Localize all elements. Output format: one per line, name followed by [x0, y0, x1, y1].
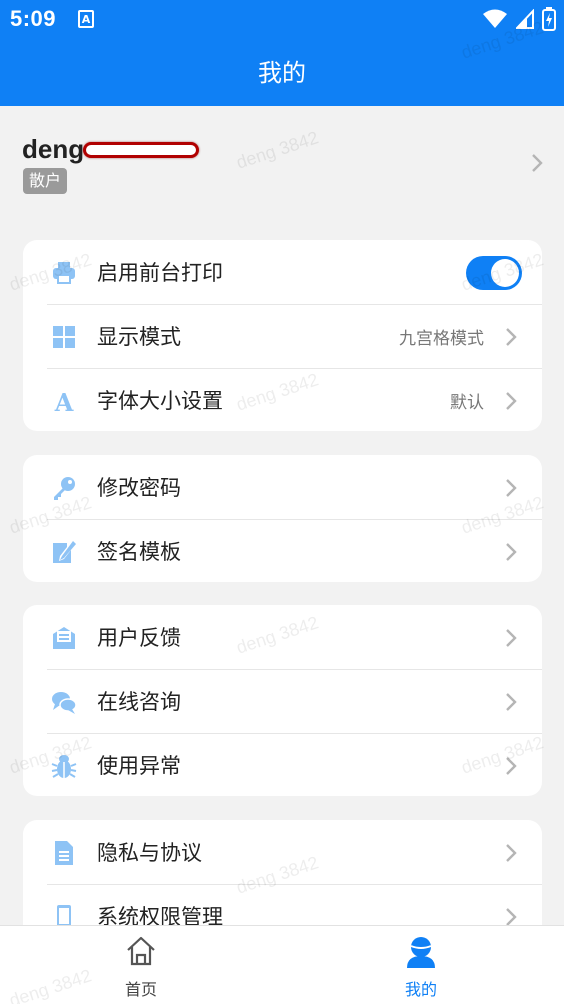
bug-icon	[51, 755, 77, 778]
support-card: 用户反馈 在线咨询 使用异常	[23, 605, 542, 796]
bottom-tab-bar: 首页 我的	[0, 925, 564, 1004]
status-icons	[482, 6, 556, 32]
chevron-right-icon	[506, 543, 517, 561]
print-toggle[interactable]	[466, 256, 522, 290]
home-icon	[127, 936, 155, 966]
chevron-right-icon	[506, 328, 517, 346]
chevron-right-icon	[506, 392, 517, 410]
page-title: 我的	[258, 59, 306, 87]
account-card: 修改密码 签名模板	[23, 455, 542, 582]
print-toggle-row[interactable]: 启用前台打印	[23, 240, 542, 304]
top-app-bar: 5:09 A 我的	[0, 0, 564, 106]
document-icon	[55, 841, 73, 865]
user-type-badge: 散户	[23, 168, 68, 194]
online-consult-row[interactable]: 在线咨询	[23, 669, 542, 733]
printer-icon	[53, 262, 75, 284]
chevron-right-icon	[506, 629, 517, 647]
change-password-row[interactable]: 修改密码	[23, 455, 542, 519]
chevron-right-icon	[506, 757, 517, 775]
display-mode-value: 九宫格模式	[399, 328, 484, 349]
svg-text:A: A	[54, 388, 74, 414]
row-label: 签名模板	[97, 540, 181, 564]
profile-section[interactable]: deng 散户	[0, 106, 564, 216]
user-icon	[407, 937, 435, 968]
display-mode-row[interactable]: 显示模式 九宫格模式	[23, 304, 542, 368]
signal-icon	[516, 9, 534, 29]
row-label: 隐私与协议	[97, 841, 202, 865]
feedback-row[interactable]: 用户反馈	[23, 605, 542, 669]
tab-mine[interactable]: 我的	[361, 926, 481, 1004]
tab-label: 首页	[124, 980, 157, 999]
username: deng	[22, 134, 85, 164]
status-time: 5:09	[10, 6, 57, 31]
chevron-right-icon	[532, 154, 543, 172]
font-size-value: 默认	[450, 392, 484, 413]
font-size-row[interactable]: A 字体大小设置 默认	[23, 368, 542, 431]
row-label: 字体大小设置	[97, 389, 223, 413]
row-label: 启用前台打印	[97, 261, 223, 285]
tab-home[interactable]: 首页	[81, 926, 201, 1004]
chevron-right-icon	[506, 479, 517, 497]
signature-template-row[interactable]: 签名模板	[23, 519, 542, 582]
chevron-right-icon	[506, 693, 517, 711]
wifi-icon	[483, 9, 507, 28]
tab-label: 我的	[404, 980, 437, 999]
settings-card: 启用前台打印 显示模式 九宫格模式 A 字体大小设置 默认	[23, 240, 542, 431]
signature-icon	[53, 541, 76, 563]
redaction-mark	[83, 142, 199, 158]
font-icon: A	[54, 388, 74, 414]
row-label: 使用异常	[97, 754, 181, 778]
row-label: 在线咨询	[97, 690, 181, 714]
toggle-knob	[491, 259, 519, 287]
privacy-agreement-row[interactable]: 隐私与协议	[23, 820, 542, 884]
feedback-icon	[53, 627, 75, 649]
key-icon	[54, 477, 75, 500]
notification-a-icon: A	[78, 10, 94, 28]
battery-icon	[542, 7, 556, 31]
row-label: 用户反馈	[97, 626, 181, 650]
row-label: 显示模式	[97, 325, 181, 349]
chevron-right-icon	[506, 844, 517, 862]
row-label: 修改密码	[97, 476, 181, 500]
grid-icon	[53, 326, 75, 348]
chat-icon	[52, 692, 77, 714]
usage-exception-row[interactable]: 使用异常	[23, 733, 542, 796]
